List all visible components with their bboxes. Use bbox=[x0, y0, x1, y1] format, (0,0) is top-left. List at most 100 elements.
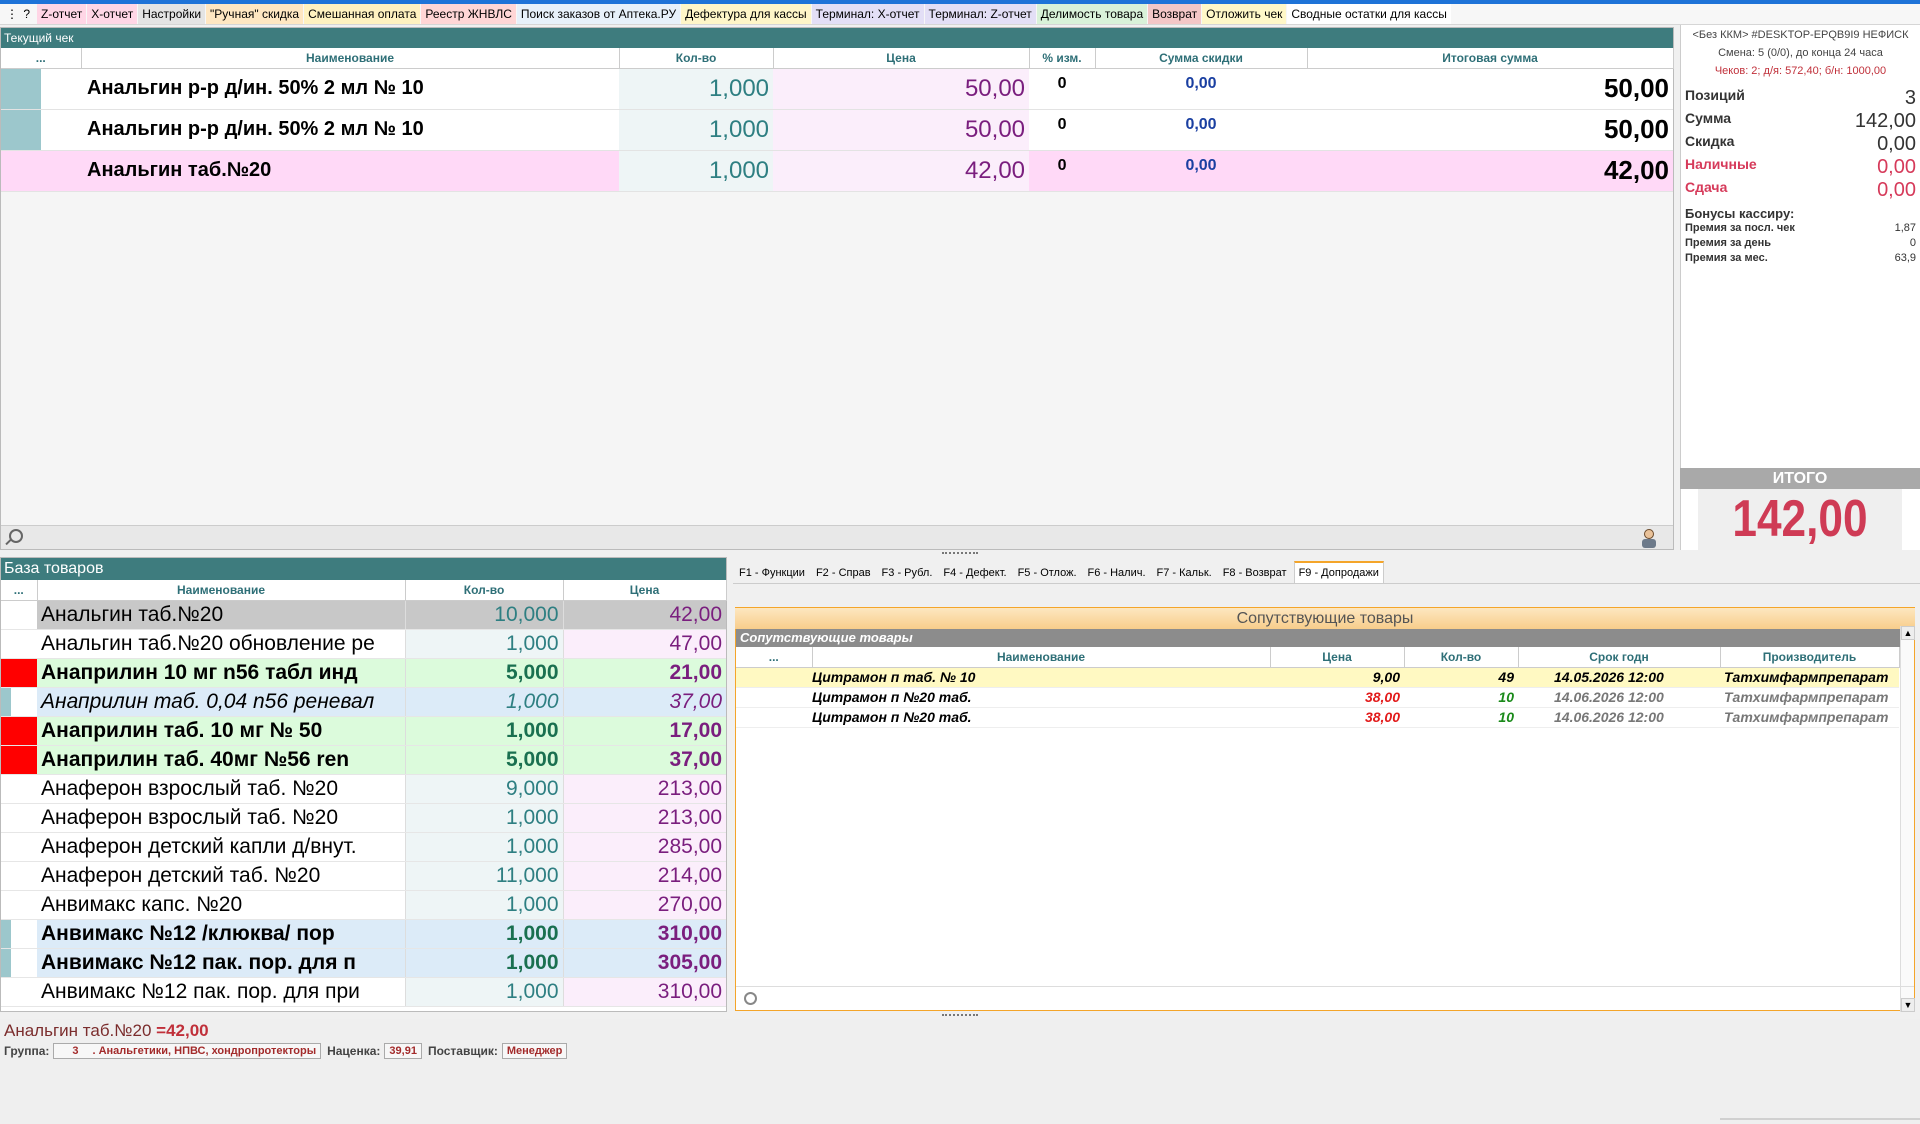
related-row[interactable]: Цитрамон п таб. № 10 9,00 49 14.05.2026 12:… bbox=[736, 667, 1899, 688]
col-qty[interactable]: Кол-во bbox=[619, 48, 774, 69]
row-marker bbox=[1, 948, 11, 978]
col-qty[interactable]: Кол-во bbox=[1404, 647, 1519, 668]
function-tab[interactable]: F6 - Налич. bbox=[1084, 563, 1150, 583]
main-toolbar: ⋮ ? Z-отчет X-отчет Настройки "Ручная" скид… bbox=[0, 4, 1920, 25]
col-price[interactable]: Цена bbox=[1270, 647, 1405, 668]
product-row[interactable]: Анаприлин 10 мг n56 табл инд 5,000 21,00 bbox=[1, 658, 727, 688]
splitter-grip-icon[interactable] bbox=[942, 1014, 978, 1017]
toolbar-button[interactable]: "Ручная" скидка bbox=[206, 4, 304, 24]
product-qty: 1,000 bbox=[405, 890, 564, 920]
toolbar-button[interactable]: Делимость товара bbox=[1036, 4, 1148, 24]
row-gap bbox=[11, 600, 38, 630]
col-expiry[interactable]: Срок годн bbox=[1518, 647, 1721, 668]
col-price[interactable]: Цена bbox=[773, 48, 1030, 69]
item-qty[interactable]: 1,000 bbox=[619, 109, 774, 151]
related-scrollbar[interactable]: ▲ ▼ bbox=[1900, 626, 1915, 1012]
row-gap bbox=[11, 890, 38, 920]
row-marker bbox=[1, 803, 11, 833]
col-maker[interactable]: Производитель bbox=[1720, 647, 1900, 668]
current-check-search-bar[interactable] bbox=[1, 525, 1673, 549]
check-row[interactable]: Анальгин р-р д/ин. 50% 2 мл № 10 1,000 50,… bbox=[1, 68, 1674, 110]
splitter-grip-icon[interactable] bbox=[942, 552, 978, 555]
function-tab[interactable]: F2 - Справ bbox=[812, 563, 875, 583]
bottom-splitter[interactable] bbox=[0, 1012, 1920, 1019]
product-name: Анвимакс №12 пак. пор. для при bbox=[37, 977, 406, 1007]
scroll-up-icon[interactable]: ▲ bbox=[1901, 626, 1915, 640]
col-more[interactable]: ... bbox=[1, 48, 82, 69]
toolbar-button[interactable]: Поиск заказов от Аптека.РУ bbox=[516, 4, 681, 24]
product-row[interactable]: Анвимакс №12 пак. пор. для п 1,000 305,00 bbox=[1, 948, 727, 978]
toolbar-button[interactable]: X-отчет bbox=[87, 4, 138, 24]
function-tab[interactable]: F8 - Возврат bbox=[1219, 563, 1291, 583]
col-qty[interactable]: Кол-во bbox=[405, 580, 564, 601]
col-total[interactable]: Итоговая сумма bbox=[1307, 48, 1674, 69]
row-marker bbox=[1, 716, 11, 746]
supplier-value: Менеджер bbox=[501, 1043, 568, 1059]
search-icon[interactable] bbox=[744, 992, 757, 1005]
related-maker: Татхимфармпрепарат bbox=[1720, 707, 1899, 728]
toolbar-button[interactable]: Возврат bbox=[1148, 4, 1202, 24]
check-row[interactable]: Анальгин таб.№20 1,000 42,00 0 0,00 42,00 bbox=[1, 150, 1674, 192]
toolbar-button[interactable]: Терминал: X-отчет bbox=[811, 4, 924, 24]
related-row[interactable]: Цитрамон п №20 таб. 38,00 10 14.06.2026 12:… bbox=[736, 707, 1899, 728]
row-marker bbox=[1, 150, 41, 192]
toolbar-button[interactable]: Реестр ЖНВЛС bbox=[421, 4, 516, 24]
toolbar-button[interactable]: Сводные остатки для кассы bbox=[1287, 4, 1451, 24]
col-more[interactable]: ... bbox=[736, 647, 813, 668]
col-more[interactable]: ... bbox=[1, 580, 38, 601]
col-discount[interactable]: Сумма скидки bbox=[1095, 48, 1308, 69]
function-tab[interactable]: F9 - Допродажи bbox=[1293, 561, 1384, 583]
related-price: 38,00 bbox=[1270, 707, 1404, 728]
product-qty: 1,000 bbox=[405, 977, 564, 1007]
col-price[interactable]: Цена bbox=[563, 580, 727, 601]
toolbar-button[interactable]: Терминал: Z-отчет bbox=[924, 4, 1036, 24]
product-row[interactable]: Анаферон взрослый таб. №20 9,000 213,00 bbox=[1, 774, 727, 804]
product-row[interactable]: Анвимакс капс. №20 1,000 270,00 bbox=[1, 890, 727, 920]
product-row[interactable]: Анвимакс №12 пак. пор. для при 1,000 310,0… bbox=[1, 977, 727, 1007]
item-total: 42,00 bbox=[1307, 150, 1674, 192]
user-icon[interactable] bbox=[1637, 528, 1661, 548]
product-row[interactable]: Анаферон детский таб. №20 11,000 214,00 bbox=[1, 861, 727, 891]
toolbar-button[interactable]: Z-отчет bbox=[37, 4, 87, 24]
product-row[interactable]: Анаприлин таб. 10 мг № 50 1,000 17,00 bbox=[1, 716, 727, 746]
menu-icon[interactable]: ⋮ ? bbox=[0, 4, 36, 24]
product-name: Анаферон детский капли д/внут. bbox=[37, 832, 406, 862]
search-icon[interactable] bbox=[9, 529, 23, 543]
item-price: 50,00 bbox=[773, 68, 1030, 110]
product-row[interactable]: Анальгин таб.№20 10,000 42,00 bbox=[1, 600, 727, 630]
col-pct[interactable]: % изм. bbox=[1029, 48, 1096, 69]
check-row[interactable]: Анальгин р-р д/ин. 50% 2 мл № 10 1,000 50,… bbox=[1, 109, 1674, 151]
horizontal-splitter[interactable] bbox=[0, 550, 1920, 557]
related-row[interactable]: Цитрамон п №20 таб. 38,00 10 14.06.2026 12:… bbox=[736, 687, 1899, 708]
bonus-row: Премия за мес. 63,9 bbox=[1681, 251, 1920, 266]
function-tab[interactable]: F5 - Отлож. bbox=[1014, 563, 1081, 583]
toolbar-button[interactable]: Отложить чек bbox=[1202, 4, 1287, 24]
col-name[interactable]: Наименование bbox=[812, 647, 1271, 668]
bonus-value: 63,9 bbox=[1894, 252, 1916, 264]
function-tab[interactable]: F1 - Функции bbox=[735, 563, 809, 583]
product-name: Анаферон детский таб. №20 bbox=[37, 861, 406, 891]
col-name[interactable]: Наименование bbox=[81, 48, 620, 69]
product-row[interactable]: Анаприлин таб. 0,04 n56 реневал 1,000 37,0… bbox=[1, 687, 727, 717]
product-qty: 9,000 bbox=[405, 774, 564, 804]
function-tab[interactable]: F3 - Рубл. bbox=[878, 563, 937, 583]
product-row[interactable]: Анаферон взрослый таб. №20 1,000 213,00 bbox=[1, 803, 727, 833]
related-search-bar[interactable] bbox=[736, 986, 1914, 1010]
product-row[interactable]: Анаферон детский капли д/внут. 1,000 285,0… bbox=[1, 832, 727, 862]
item-qty[interactable]: 1,000 bbox=[619, 150, 774, 192]
product-row[interactable]: Анальгин таб.№20 обновление ре 1,000 47,00 bbox=[1, 629, 727, 659]
product-row[interactable]: Анаприлин таб. 40мг №56 ren 5,000 37,00 bbox=[1, 745, 727, 775]
row-marker bbox=[1, 890, 11, 920]
item-qty[interactable]: 1,000 bbox=[619, 68, 774, 110]
toolbar-button[interactable]: Настройки bbox=[138, 4, 206, 24]
function-tab[interactable]: F7 - Кальк. bbox=[1153, 563, 1216, 583]
col-name[interactable]: Наименование bbox=[37, 580, 406, 601]
toolbar-button[interactable]: Дефектура для кассы bbox=[681, 4, 811, 24]
product-qty: 1,000 bbox=[405, 919, 564, 949]
toolbar-button[interactable]: Смешанная оплата bbox=[304, 4, 421, 24]
product-name: Анаприлин таб. 10 мг № 50 bbox=[37, 716, 406, 746]
bonus-row: Премия за день 0 bbox=[1681, 236, 1920, 251]
product-row[interactable]: Анвимакс №12 /клюква/ пор 1,000 310,00 bbox=[1, 919, 727, 949]
function-tab[interactable]: F4 - Дефект. bbox=[939, 563, 1010, 583]
discount-row: Скидка 0,00 bbox=[1681, 133, 1920, 156]
